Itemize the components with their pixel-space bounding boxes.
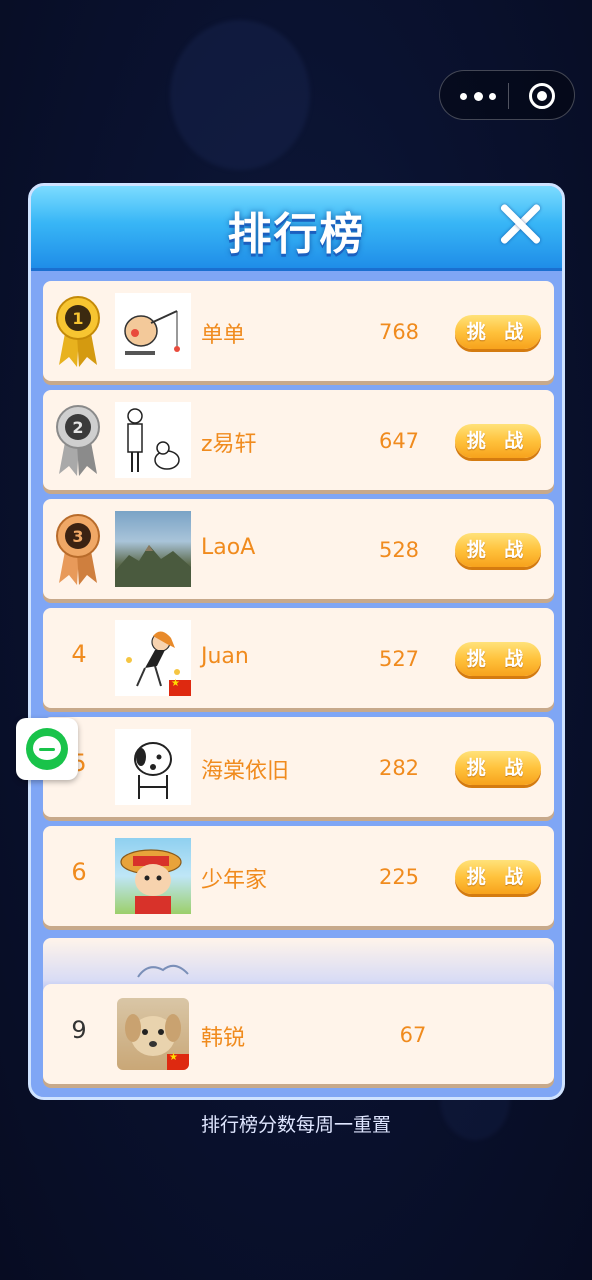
more-icon[interactable] bbox=[460, 87, 496, 105]
capsule-divider bbox=[508, 83, 509, 109]
svg-text:2: 2 bbox=[72, 418, 83, 437]
china-flag-icon bbox=[167, 1052, 189, 1070]
avatar bbox=[115, 402, 191, 478]
player-name: 海棠依旧 bbox=[201, 759, 290, 784]
leaderboard-panel: 排行榜 1 单单 768 挑 战 2 z易轩 647 挑 战 3 LaoA 52… bbox=[28, 183, 565, 1100]
ranking-row: 3 LaoA 528 挑 战 bbox=[43, 499, 554, 599]
rank-number: 6 bbox=[71, 858, 87, 886]
player-name: z易轩 bbox=[201, 432, 257, 457]
avatar bbox=[115, 838, 191, 914]
player-name: 单单 bbox=[201, 323, 246, 348]
player-name: 少年家 bbox=[201, 868, 268, 893]
challenge-button[interactable]: 挑 战 bbox=[455, 315, 541, 349]
player-score: 768 bbox=[378, 320, 420, 344]
player-score: 282 bbox=[378, 756, 420, 780]
svg-text:1: 1 bbox=[72, 309, 83, 328]
player-name: Juan bbox=[201, 644, 249, 669]
rank-number: 9 bbox=[71, 1016, 87, 1044]
avatar bbox=[137, 964, 189, 978]
close-miniprogram-icon[interactable] bbox=[529, 83, 555, 109]
svg-text:3: 3 bbox=[72, 527, 83, 546]
china-flag-icon bbox=[169, 678, 191, 696]
panel-header: 排行榜 bbox=[31, 186, 562, 271]
player-score: 527 bbox=[378, 647, 420, 671]
bronze-medal-icon: 3 bbox=[56, 514, 100, 585]
my-ranking-row: 9 韩锐 67 bbox=[43, 984, 554, 1084]
ranking-row: 5 海棠依旧 282 挑 战 bbox=[43, 717, 554, 817]
close-button[interactable] bbox=[496, 200, 544, 248]
player-name: LaoA bbox=[201, 535, 256, 560]
player-name: 韩锐 bbox=[201, 1026, 246, 1051]
miniprogram-capsule bbox=[439, 70, 575, 120]
avatar bbox=[117, 998, 189, 1070]
chat-bubble-button[interactable] bbox=[16, 718, 78, 780]
player-score: 528 bbox=[378, 538, 420, 562]
avatar bbox=[115, 511, 191, 587]
ranking-row: 6 少年家 225 挑 战 bbox=[43, 826, 554, 926]
player-score: 647 bbox=[378, 429, 420, 453]
ranking-row: 4 Juan 527 挑 战 bbox=[43, 608, 554, 708]
silver-medal-icon: 2 bbox=[56, 405, 100, 476]
player-score: 225 bbox=[378, 865, 420, 889]
panel-title: 排行榜 bbox=[227, 209, 366, 260]
ranking-row: 2 z易轩 647 挑 战 bbox=[43, 390, 554, 490]
challenge-button[interactable]: 挑 战 bbox=[455, 642, 541, 676]
ranking-row: 1 单单 768 挑 战 bbox=[43, 281, 554, 381]
challenge-button[interactable]: 挑 战 bbox=[455, 533, 541, 567]
avatar bbox=[115, 620, 191, 696]
background-blob bbox=[170, 20, 310, 170]
avatar bbox=[115, 729, 191, 805]
avatar bbox=[115, 293, 191, 369]
challenge-button[interactable]: 挑 战 bbox=[455, 751, 541, 785]
player-score: 67 bbox=[399, 1023, 427, 1047]
challenge-button[interactable]: 挑 战 bbox=[455, 860, 541, 894]
rank-number: 4 bbox=[71, 640, 87, 668]
challenge-button[interactable]: 挑 战 bbox=[455, 424, 541, 458]
gold-medal-icon: 1 bbox=[56, 296, 100, 367]
reset-notice: 排行榜分数每周一重置 bbox=[200, 1114, 391, 1136]
